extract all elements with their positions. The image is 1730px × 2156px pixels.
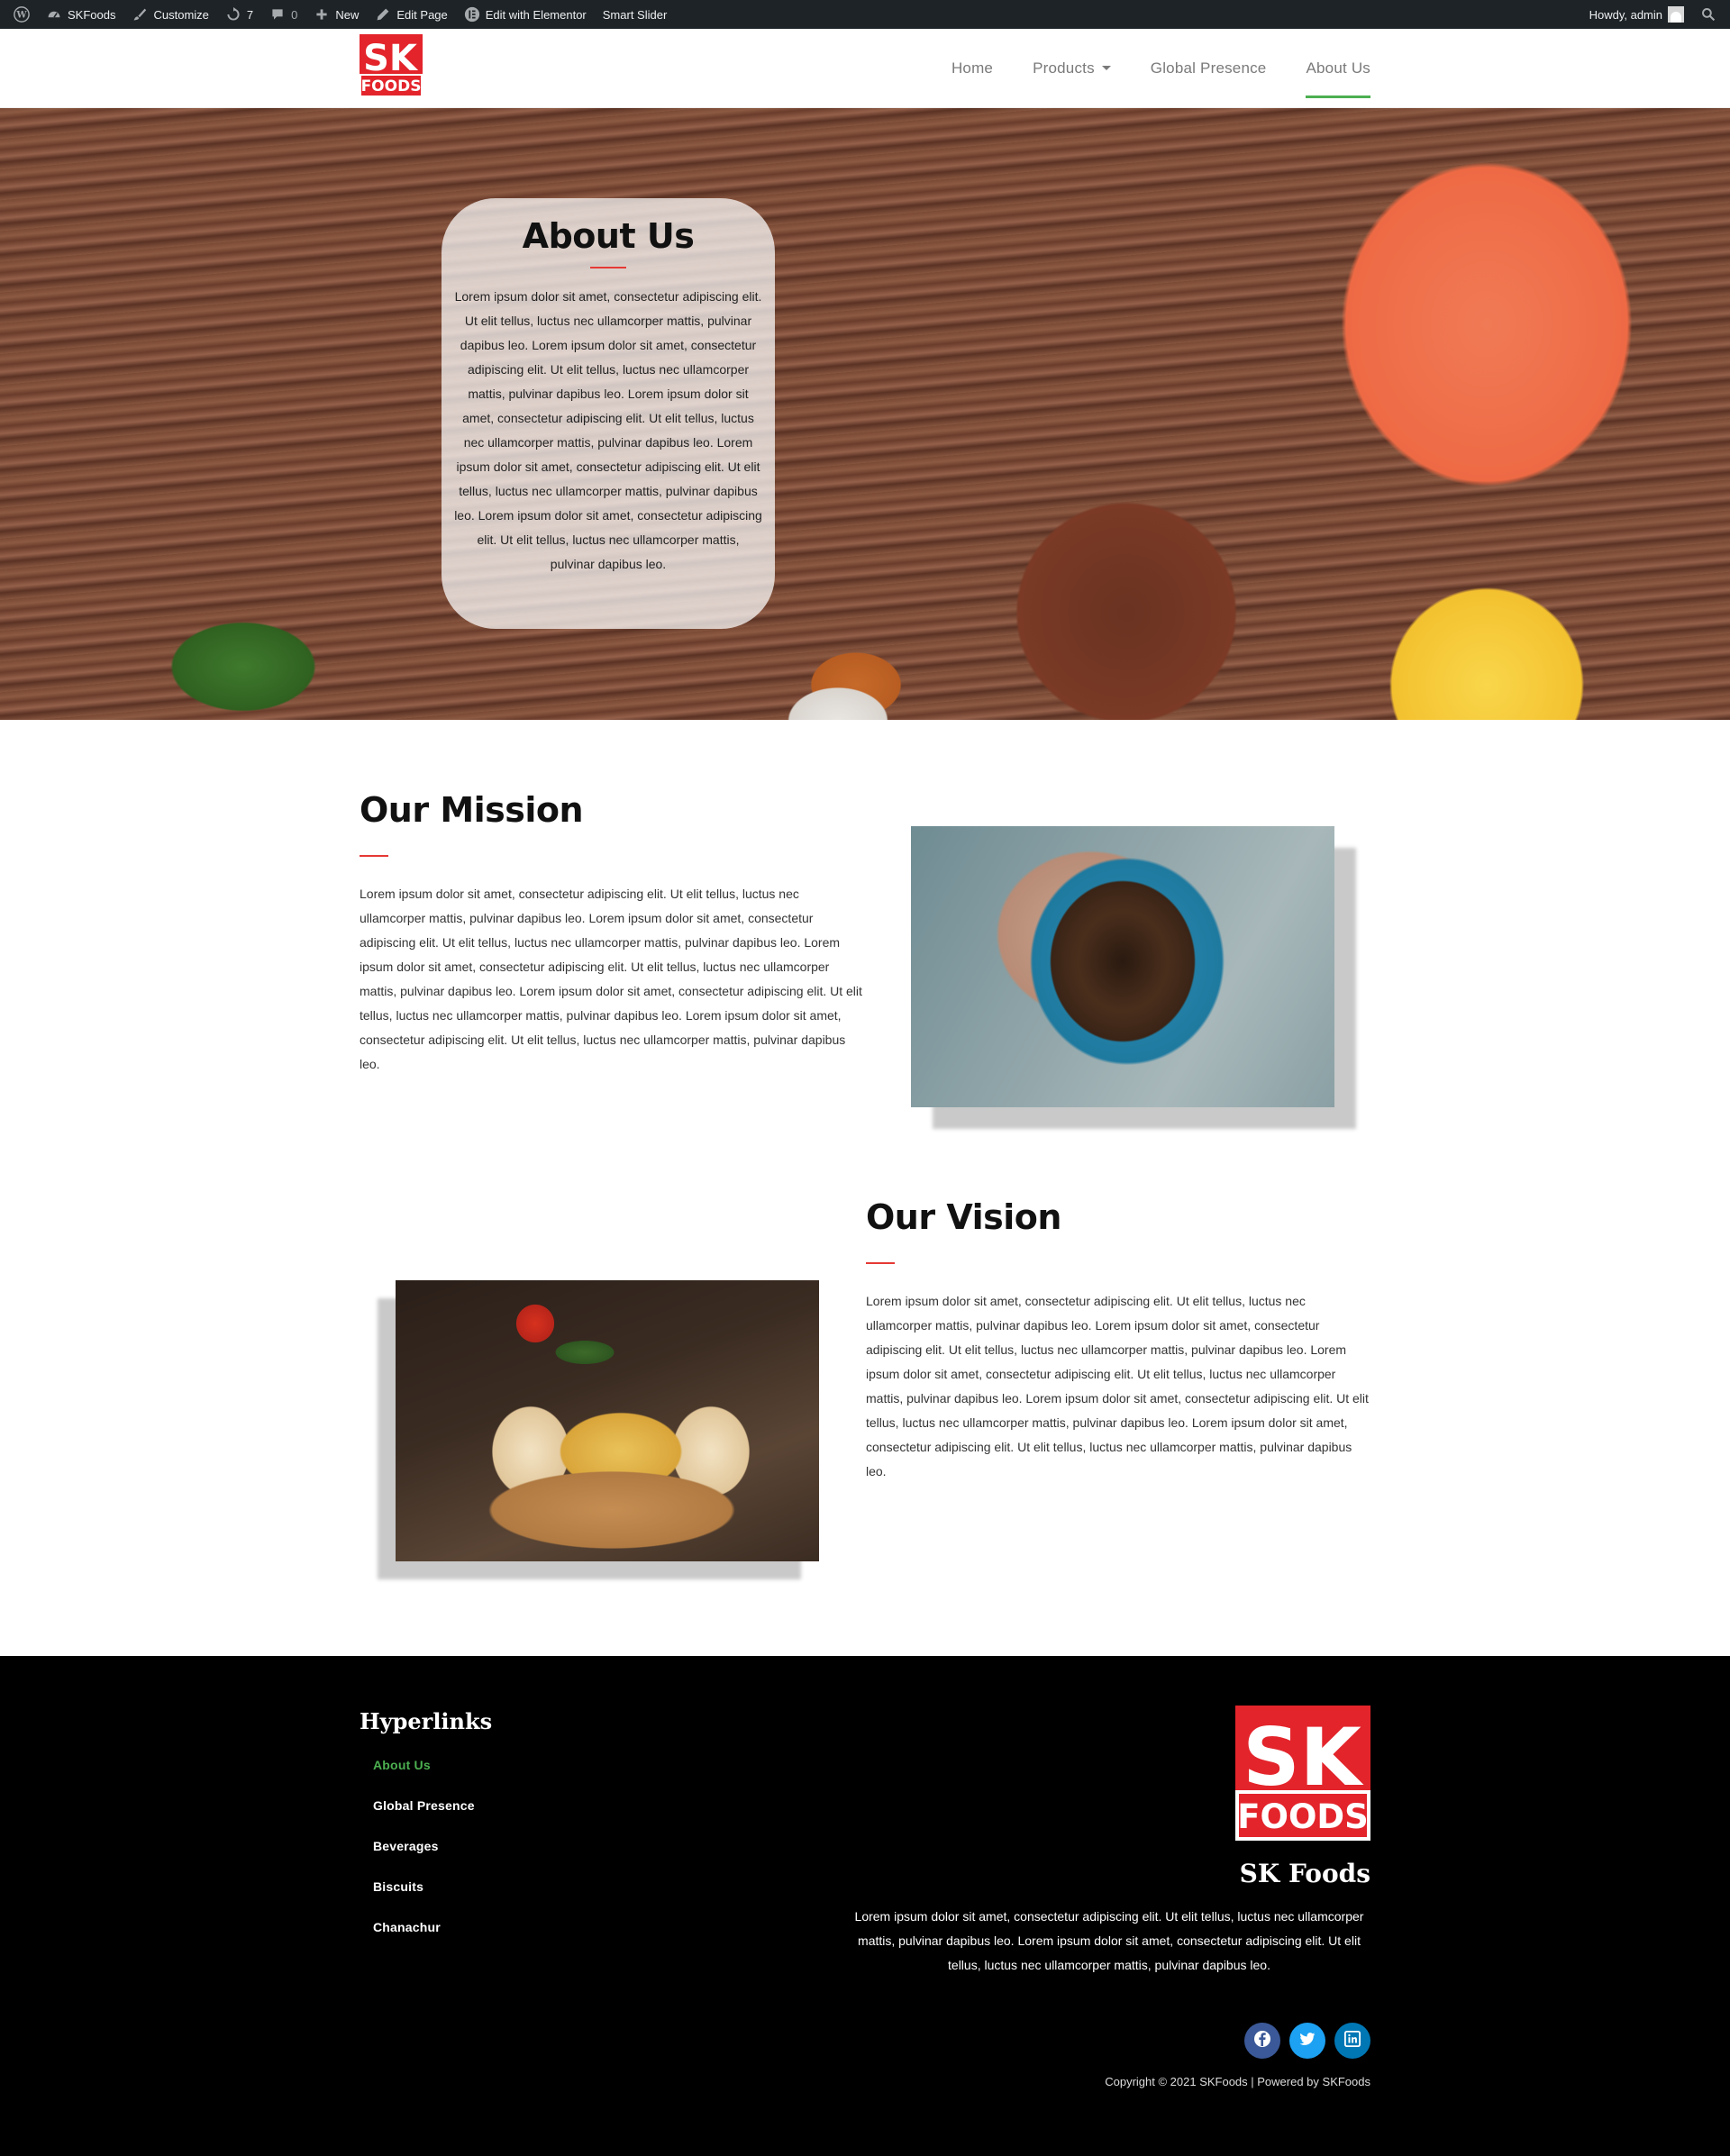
twitter-link[interactable] <box>1289 2023 1325 2059</box>
footer-brand-name: SK Foods <box>1239 1859 1370 1888</box>
mission-title: Our Mission <box>360 790 584 830</box>
nav-global-presence-label: Global Presence <box>1150 59 1267 77</box>
mission-text: Lorem ipsum dolor sit amet, consectetur … <box>360 887 862 1071</box>
search-icon <box>1700 6 1716 23</box>
mission-image-wrapper <box>911 826 1356 1129</box>
site-footer: Hyperlinks About Us Global Presence Beve… <box>0 1656 1730 2156</box>
svg-text:FOODS: FOODS <box>1237 1797 1369 1836</box>
nav-home-label: Home <box>951 59 994 77</box>
wordpress-icon: W <box>14 6 30 23</box>
svg-text:FOODS: FOODS <box>361 77 422 96</box>
hero-divider <box>590 267 626 268</box>
footer-link-global-presence[interactable]: Global Presence <box>373 1798 720 1839</box>
footer-hyperlinks: Hyperlinks About Us Global Presence Beve… <box>360 1706 720 2156</box>
sandwich-image <box>396 1280 819 1561</box>
elementor-icon <box>464 6 480 23</box>
social-links <box>848 2023 1370 2059</box>
twitter-icon <box>1298 2030 1316 2052</box>
dashboard-icon <box>46 6 62 23</box>
linkedin-link[interactable] <box>1334 2023 1370 2059</box>
site-logo[interactable]: SK FOODS <box>360 34 423 102</box>
nav-global-presence[interactable]: Global Presence <box>1131 29 1287 107</box>
wp-logo-menu[interactable]: W <box>5 0 38 29</box>
footer-link-chanachur[interactable]: Chanachur <box>373 1920 720 1960</box>
hero-title: About Us <box>522 216 695 256</box>
mission-text-column: Our Mission Lorem ipsum dolor sit amet, … <box>360 790 864 1161</box>
caret-down-icon <box>1101 66 1111 70</box>
comments-count: 0 <box>291 7 298 22</box>
vision-divider <box>866 1262 895 1264</box>
site-name-menu[interactable]: SKFoods <box>38 0 123 29</box>
new-label: New <box>335 7 360 22</box>
new-content-menu[interactable]: New <box>305 0 367 29</box>
vision-section: Our Vision Lorem ipsum dolor sit amet, c… <box>360 1161 1370 1656</box>
vision-title: Our Vision <box>866 1197 1061 1237</box>
svg-text:W: W <box>15 11 27 21</box>
nav-about-us-label: About Us <box>1306 59 1370 77</box>
about-us-card: About Us Lorem ipsum dolor sit amet, con… <box>442 198 775 629</box>
site-header: SK FOODS Home Products Global Presence A… <box>0 29 1730 108</box>
avatar <box>1668 6 1684 23</box>
site-name-label: SKFoods <box>68 7 116 22</box>
nav-home[interactable]: Home <box>932 29 1013 107</box>
footer-link-about-us[interactable]: About Us <box>373 1758 720 1798</box>
footer-link-biscuits[interactable]: Biscuits <box>373 1879 720 1920</box>
brush-icon <box>132 6 148 23</box>
sk-foods-logo: SK FOODS <box>360 34 423 97</box>
facebook-icon <box>1253 2030 1271 2052</box>
linkedin-icon <box>1344 2030 1361 2051</box>
my-account-menu[interactable]: Howdy, admin <box>1581 0 1692 29</box>
coffee-beans-image <box>911 826 1334 1107</box>
hero-banner: About Us Lorem ipsum dolor sit amet, con… <box>0 108 1730 720</box>
edit-elementor-link[interactable]: Edit with Elementor <box>456 0 595 29</box>
nav-about-us[interactable]: About Us <box>1286 29 1370 107</box>
mission-divider <box>360 855 388 857</box>
main-nav: Home Products Global Presence About Us <box>932 29 1370 107</box>
footer-link-list: About Us Global Presence Beverages Biscu… <box>360 1758 720 1960</box>
updates-icon <box>225 6 241 23</box>
edit-elementor-label: Edit with Elementor <box>485 7 587 22</box>
hyperlinks-title: Hyperlinks <box>360 1708 493 1734</box>
vision-text: Lorem ipsum dolor sit amet, consectetur … <box>866 1294 1369 1478</box>
howdy-label: Howdy, admin <box>1589 7 1662 22</box>
comment-icon <box>269 6 286 23</box>
mission-section: Our Mission Lorem ipsum dolor sit amet, … <box>360 720 1370 1161</box>
nav-products-label: Products <box>1033 59 1095 77</box>
footer-sk-foods-logo: SK FOODS <box>1235 1706 1370 1841</box>
comments-link[interactable]: 0 <box>261 0 305 29</box>
customize-label: Customize <box>153 7 209 22</box>
plus-icon <box>314 6 330 23</box>
footer-brand-column: SK FOODS SK Foods Lorem ipsum dolor sit … <box>848 1706 1370 2156</box>
pencil-icon <box>375 6 391 23</box>
vision-image-wrapper <box>378 1280 819 1579</box>
facebook-link[interactable] <box>1244 2023 1280 2059</box>
footer-description: Lorem ipsum dolor sit amet, consectetur … <box>854 1909 1364 1972</box>
customize-link[interactable]: Customize <box>123 0 216 29</box>
smart-slider-label: Smart Slider <box>602 7 668 22</box>
hero-text: Lorem ipsum dolor sit amet, consectetur … <box>454 289 762 571</box>
wp-admin-bar: W SKFoods Customize 7 0 New Edit Page Ed… <box>0 0 1730 29</box>
svg-text:SK: SK <box>1243 1711 1363 1804</box>
edit-page-label: Edit Page <box>396 7 448 22</box>
edit-page-link[interactable]: Edit Page <box>367 0 455 29</box>
svg-text:SK: SK <box>363 38 419 79</box>
copyright-text: Copyright © 2021 SKFoods | Powered by SK… <box>1105 2075 1370 2088</box>
vision-text-column: Our Vision Lorem ipsum dolor sit amet, c… <box>866 1197 1370 1656</box>
footer-link-beverages[interactable]: Beverages <box>373 1839 720 1879</box>
smart-slider-link[interactable]: Smart Slider <box>595 0 676 29</box>
nav-products[interactable]: Products <box>1013 29 1131 107</box>
updates-link[interactable]: 7 <box>217 0 261 29</box>
admin-search-button[interactable] <box>1692 0 1725 29</box>
updates-count: 7 <box>246 7 254 22</box>
